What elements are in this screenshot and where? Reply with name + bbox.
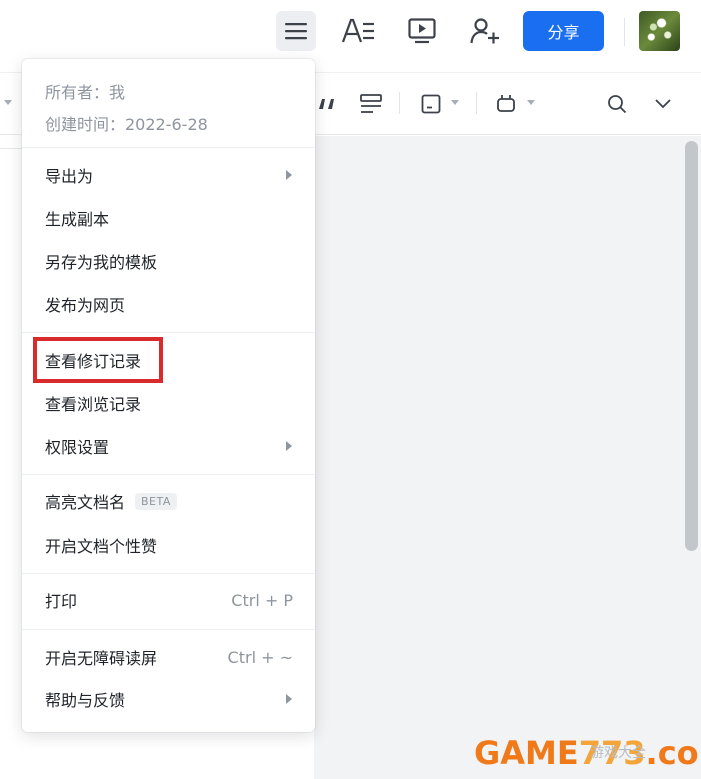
share-button[interactable]: 分享 [523, 11, 604, 51]
menu-divider [22, 629, 315, 630]
menu-item-label: 打印 [45, 592, 78, 611]
beta-badge: BETA [135, 492, 177, 510]
toolbar-caret[interactable] [4, 100, 12, 105]
menu-item-view-history[interactable]: 查看浏览记录 [22, 383, 315, 423]
watermark-logo: GAME773.com [474, 734, 701, 772]
quote-icon [319, 99, 334, 109]
add-collaborator-button[interactable] [465, 11, 505, 51]
annotation-highlight-box [33, 337, 163, 383]
menu-divider [22, 474, 315, 475]
menu-item-duplicate[interactable]: 生成副本 [22, 198, 315, 238]
menu-item-label: 发布为网页 [45, 296, 126, 315]
menu-item-label: 开启文档个性赞 [45, 537, 158, 556]
menu-item-permissions[interactable]: 权限设置 [22, 426, 315, 466]
watermark-domain: .com [645, 734, 701, 772]
hamburger-menu-icon [285, 23, 307, 40]
menu-item-save-as-template[interactable]: 另存为我的模板 [22, 241, 315, 281]
plugin-caret[interactable] [527, 100, 535, 105]
menu-button[interactable] [276, 11, 316, 51]
avatar[interactable] [639, 11, 680, 51]
align-icon [360, 94, 382, 113]
editor-canvas [314, 136, 701, 779]
presentation-button[interactable] [402, 11, 442, 51]
menu-item-publish-web[interactable]: 发布为网页 [22, 284, 315, 324]
menu-divider [22, 147, 315, 148]
expand-toolbar-button[interactable] [650, 73, 676, 135]
menu-item-label: 导出为 [45, 167, 94, 186]
menu-item-label: 帮助与反馈 [45, 691, 126, 710]
watermark-subtitle: 游戏大全 [590, 745, 646, 761]
menu-item-label: 开启无障碍读屏 [45, 649, 158, 668]
menu-item-label: 权限设置 [45, 438, 110, 457]
plugin-icon [497, 95, 515, 112]
add-user-icon [470, 18, 499, 44]
toolbar-separator [399, 92, 400, 114]
menu-item-doc-likes[interactable]: 开启文档个性赞 [22, 525, 315, 565]
topbar-divider [624, 18, 625, 46]
card-button[interactable] [418, 73, 444, 135]
owner-info: 所有者：我 [45, 83, 126, 102]
scrollbar-thumb[interactable] [685, 141, 698, 551]
search-button[interactable] [604, 73, 630, 135]
presentation-icon [408, 18, 436, 44]
text-format-button[interactable] [338, 11, 378, 51]
menu-item-screen-reader[interactable]: 开启无障碍读屏 Ctrl + ~ [22, 637, 315, 677]
watermark-brand: GAME [474, 734, 579, 772]
shortcut-label: Ctrl + ~ [227, 648, 293, 667]
page-edge-line [0, 148, 22, 149]
plugin-button[interactable] [493, 73, 519, 135]
menu-divider [22, 573, 315, 574]
menu-item-label: 查看浏览记录 [45, 395, 142, 414]
submenu-arrow-icon [286, 441, 292, 451]
top-bar: 分享 [0, 0, 701, 68]
toolbar-separator [476, 92, 477, 114]
text-format-icon [341, 18, 374, 43]
submenu-arrow-icon [286, 694, 292, 704]
app-window: 分享 所有者：我 创建时间：2022-6-28 导出为 生成副本 另存为我的模板… [0, 0, 701, 779]
menu-item-label: 生成副本 [45, 210, 110, 229]
menu-item-label: 另存为我的模板 [45, 253, 158, 272]
search-icon [608, 95, 627, 114]
menu-item-export[interactable]: 导出为 [22, 155, 315, 195]
menu-item-highlight-title[interactable]: 高亮文档名 BETA [22, 481, 315, 521]
align-button[interactable] [358, 73, 384, 135]
menu-item-label: 高亮文档名 [45, 493, 126, 512]
expand-chevron-icon [655, 99, 671, 109]
document-menu: 所有者：我 创建时间：2022-6-28 导出为 生成副本 另存为我的模板 发布… [22, 59, 315, 732]
created-time: 创建时间：2022-6-28 [45, 115, 208, 134]
menu-item-help-feedback[interactable]: 帮助与反馈 [22, 679, 315, 719]
menu-item-print[interactable]: 打印 Ctrl + P [22, 580, 315, 620]
shortcut-label: Ctrl + P [231, 591, 293, 610]
submenu-arrow-icon [286, 170, 292, 180]
card-caret[interactable] [451, 100, 459, 105]
card-icon [421, 94, 441, 114]
quote-button[interactable] [315, 73, 339, 135]
menu-divider [22, 332, 315, 333]
